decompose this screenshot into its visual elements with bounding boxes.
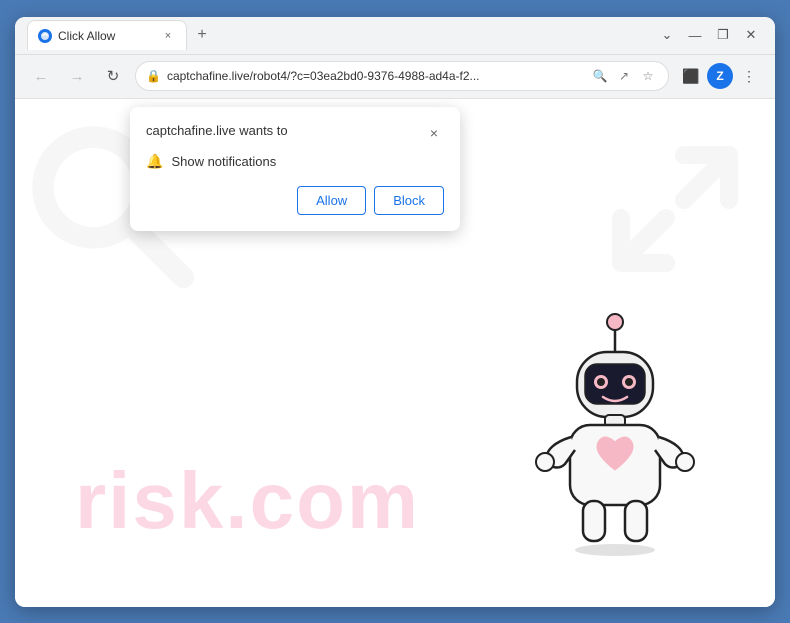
notification-label: Show notifications	[171, 154, 276, 169]
popup-buttons: Allow Block	[146, 186, 444, 215]
bookmark-icon[interactable]: ☆	[638, 66, 658, 86]
minimize-button[interactable]: —	[683, 23, 707, 47]
tab-favicon	[38, 29, 52, 43]
address-bar: ← → ↻ 🔒 captchafine.live/robot4/?c=03ea2…	[15, 55, 775, 99]
window-controls: ⌄ — ❐ ✕	[655, 23, 763, 47]
active-tab[interactable]: Click Allow ×	[27, 20, 187, 50]
tab-close-btn[interactable]: ×	[160, 28, 176, 44]
permission-popup: captchafine.live wants to × 🔔 Show notif…	[130, 107, 460, 231]
watermark-text: risk.com	[75, 455, 420, 547]
url-bar[interactable]: 🔒 captchafine.live/robot4/?c=03ea2bd0-93…	[135, 61, 669, 91]
maximize-button[interactable]: ❐	[711, 23, 735, 47]
popup-title: captchafine.live wants to	[146, 123, 288, 138]
toolbar-right: ⬛ Z ⋮	[677, 62, 763, 90]
tab-title: Click Allow	[58, 29, 115, 43]
search-url-icon[interactable]: 🔍	[590, 66, 610, 86]
new-tab-button[interactable]: +	[189, 22, 215, 48]
allow-button[interactable]: Allow	[297, 186, 366, 215]
share-icon[interactable]: ↗	[614, 66, 634, 86]
back-button[interactable]: ←	[27, 62, 55, 90]
bell-icon: 🔔	[146, 153, 163, 170]
block-button[interactable]: Block	[374, 186, 444, 215]
refresh-button[interactable]: ↻	[99, 62, 127, 90]
tab-strip: Click Allow × +	[27, 20, 647, 50]
arrows-watermark	[585, 119, 765, 299]
title-bar: Click Allow × + ⌄ — ❐ ✕	[15, 17, 775, 55]
url-icons: 🔍 ↗ ☆	[590, 66, 658, 86]
browser-window: Click Allow × + ⌄ — ❐ ✕ ← → ↻ 🔒 captchaf…	[15, 17, 775, 607]
robot-illustration	[515, 302, 715, 587]
forward-button[interactable]: →	[63, 62, 91, 90]
chevron-up-icon: ⌄	[655, 23, 679, 47]
popup-header: captchafine.live wants to ×	[146, 123, 444, 143]
lock-icon: 🔒	[146, 69, 161, 83]
extensions-button[interactable]: ⬛	[677, 62, 705, 90]
avatar-button[interactable]: Z	[707, 63, 733, 89]
robot-svg	[515, 302, 715, 582]
close-button[interactable]: ✕	[739, 23, 763, 47]
notification-row: 🔔 Show notifications	[146, 153, 444, 170]
menu-button[interactable]: ⋮	[735, 62, 763, 90]
url-text: captchafine.live/robot4/?c=03ea2bd0-9376…	[167, 69, 584, 83]
popup-close-button[interactable]: ×	[424, 123, 444, 143]
page-content: risk.com YOU	[15, 99, 775, 607]
